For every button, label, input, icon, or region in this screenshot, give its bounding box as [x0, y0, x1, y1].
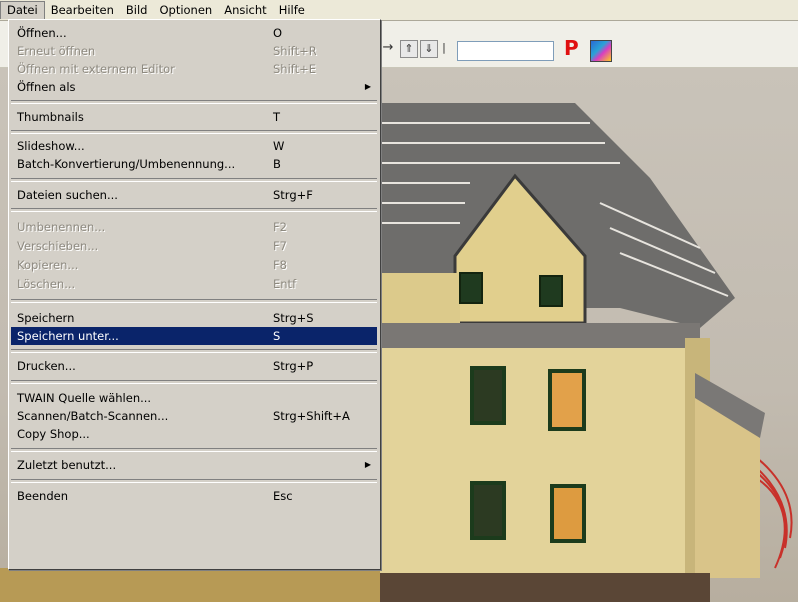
menu-separator	[11, 380, 377, 384]
menu-optionen[interactable]: Optionen	[153, 1, 218, 19]
menu-separator	[11, 448, 377, 452]
menu-item-shortcut: Esc	[273, 489, 293, 503]
menu-item-label: Batch-Konvertierung/Umbenennung...	[17, 157, 236, 171]
submenu-arrow-icon: ▶	[364, 460, 371, 469]
menu-item-label: Öffnen als	[17, 80, 76, 94]
menu-item-thumbnails[interactable]: Thumbnails T	[11, 108, 377, 126]
menu-item-umbenennen[interactable]: Umbenennen... F2	[11, 218, 377, 236]
menu-item-shortcut: Strg+P	[273, 359, 314, 373]
menu-item-label: Thumbnails	[17, 110, 84, 124]
menu-item-label: Beenden	[17, 489, 68, 503]
menu-item-label: Copy Shop...	[17, 427, 90, 441]
menu-item-label: Speichern unter...	[17, 329, 119, 343]
menu-item-copy-shop[interactable]: Copy Shop...	[11, 425, 377, 443]
menu-item-slideshow[interactable]: Slideshow... W	[11, 137, 377, 155]
menu-item-verschieben[interactable]: Verschieben... F7	[11, 237, 377, 255]
menu-separator	[11, 130, 377, 134]
menu-item-loeschen[interactable]: Löschen... Entf	[11, 275, 377, 293]
menu-item-shortcut: T	[273, 110, 281, 124]
menu-item-dateien-suchen[interactable]: Dateien suchen... Strg+F	[11, 186, 377, 204]
submenu-arrow-icon: ▶	[364, 82, 371, 91]
page-input[interactable]	[457, 41, 554, 61]
menu-item-speichern-unter[interactable]: Speichern unter... S	[11, 327, 377, 345]
menu-separator	[11, 299, 377, 303]
menu-item-label: Speichern	[17, 311, 75, 325]
menu-item-label: Dateien suchen...	[17, 188, 118, 202]
menu-separator	[11, 349, 377, 353]
menu-item-shortcut: S	[273, 329, 281, 343]
menu-item-shortcut: Shift+R	[273, 44, 317, 58]
down-arrow-button-icon[interactable]: ⇓	[420, 40, 438, 58]
menu-separator	[11, 178, 377, 182]
menu-item-shortcut: Strg+Shift+A	[273, 409, 350, 423]
menu-item-label: Kopieren...	[17, 258, 79, 272]
menu-item-label: TWAIN Quelle wählen...	[17, 391, 152, 405]
up-arrow-button-icon[interactable]: ⇑	[400, 40, 418, 58]
menu-item-erneut-oeffnen[interactable]: Erneut öffnen Shift+R	[11, 42, 377, 60]
menu-bar: Datei Bearbeiten Bild Optionen Ansicht H…	[0, 0, 798, 21]
menu-item-shortcut: B	[273, 157, 281, 171]
arrow-right-icon[interactable]: →	[380, 40, 396, 56]
menu-item-label: Scannen/Batch-Scannen...	[17, 409, 169, 423]
menu-hilfe[interactable]: Hilfe	[273, 1, 311, 19]
menu-separator	[11, 208, 377, 212]
menu-item-shortcut: W	[273, 139, 285, 153]
menu-item-label: Öffnen...	[17, 26, 67, 40]
menu-item-shortcut: F2	[273, 220, 287, 234]
menu-item-shortcut: Shift+E	[273, 62, 317, 76]
menu-bearbeiten[interactable]: Bearbeiten	[45, 1, 120, 19]
menu-item-label: Verschieben...	[17, 239, 99, 253]
menu-item-shortcut: Entf	[273, 277, 297, 291]
menu-item-beenden[interactable]: Beenden Esc	[11, 487, 377, 505]
menu-datei[interactable]: Datei	[0, 1, 45, 19]
menu-separator	[11, 479, 377, 483]
menu-item-label: Zuletzt benutzt...	[17, 458, 117, 472]
house-wall	[380, 348, 685, 578]
menu-item-scannen[interactable]: Scannen/Batch-Scannen... Strg+Shift+A	[11, 407, 377, 425]
menu-item-shortcut: O	[273, 26, 283, 40]
menu-item-shortcut: F8	[273, 258, 287, 272]
toolbar-divider: |	[442, 41, 446, 54]
image-color-icon[interactable]	[590, 40, 612, 62]
menu-item-shortcut: Strg+S	[273, 311, 314, 325]
menu-item-shortcut: Strg+F	[273, 188, 313, 202]
menu-item-speichern[interactable]: Speichern Strg+S	[11, 309, 377, 327]
menu-item-label: Erneut öffnen	[17, 44, 96, 58]
menu-item-drucken[interactable]: Drucken... Strg+P	[11, 357, 377, 375]
menu-bild[interactable]: Bild	[120, 1, 154, 19]
file-menu: Öffnen... O Erneut öffnen Shift+R Öffnen…	[8, 19, 381, 570]
menu-separator	[11, 100, 377, 104]
menu-item-batch[interactable]: Batch-Konvertierung/Umbenennung... B	[11, 155, 377, 173]
menu-item-shortcut: F7	[273, 239, 287, 253]
menu-ansicht[interactable]: Ansicht	[218, 1, 272, 19]
p-button[interactable]: P	[564, 36, 579, 60]
menu-item-oeffnen[interactable]: Öffnen... O	[11, 24, 377, 42]
menu-item-oeffnen-extern[interactable]: Öffnen mit externem Editor Shift+E	[11, 60, 377, 78]
menu-item-oeffnen-als[interactable]: Öffnen als ▶	[11, 78, 377, 96]
menu-item-label: Umbenennen...	[17, 220, 106, 234]
menu-item-label: Löschen...	[17, 277, 76, 291]
menu-item-label: Slideshow...	[17, 139, 85, 153]
menu-item-label: Drucken...	[17, 359, 76, 373]
menu-item-zuletzt-benutzt[interactable]: Zuletzt benutzt... ▶	[11, 456, 377, 474]
menu-item-twain[interactable]: TWAIN Quelle wählen...	[11, 389, 377, 407]
menu-item-kopieren[interactable]: Kopieren... F8	[11, 256, 377, 274]
menu-item-label: Öffnen mit externem Editor	[17, 62, 175, 76]
